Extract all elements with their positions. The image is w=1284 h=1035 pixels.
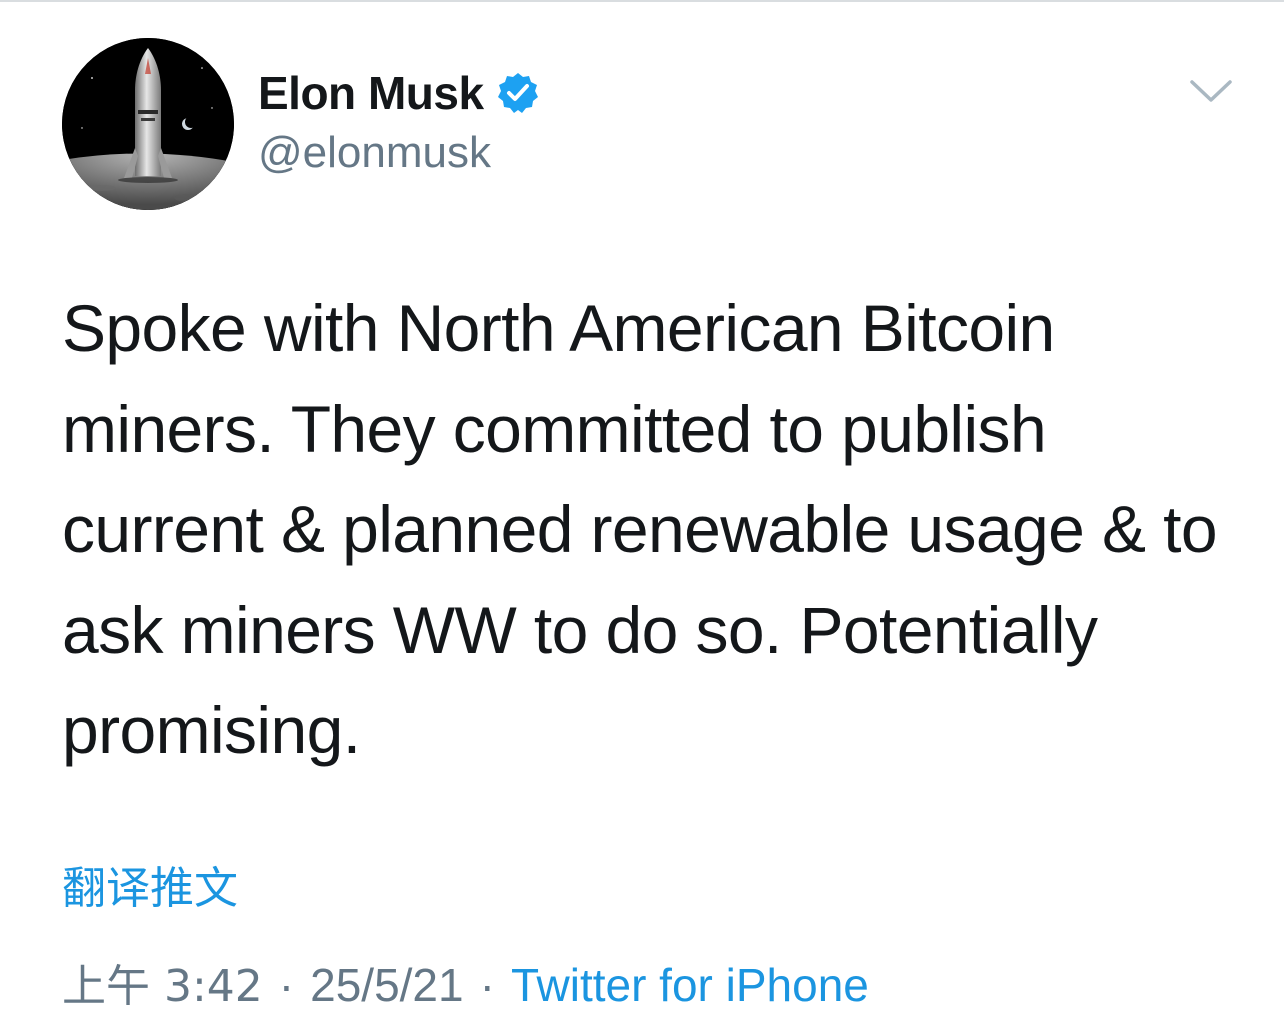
author-handle[interactable]: @elonmusk [258, 128, 491, 178]
meta-separator: · [278, 959, 295, 1011]
tweet-card: Elon Musk @elonmusk Spoke with North Ame… [0, 0, 1284, 1035]
avatar-image [62, 38, 234, 210]
author-display-name[interactable]: Elon Musk [258, 66, 484, 120]
author-name-row[interactable]: Elon Musk [258, 66, 540, 120]
tweet-time[interactable]: 上午 3:42 [62, 950, 263, 1014]
meta-separator: · [479, 959, 495, 1011]
tweet-source-link[interactable]: Twitter for iPhone [511, 958, 869, 1012]
tweet-text: Spoke with North American Bitcoin miners… [62, 291, 1218, 767]
tweet-date[interactable]: 25/5/21 [310, 958, 463, 1012]
avatar[interactable] [62, 38, 234, 210]
tweet-metadata: 上午 3:42 · 25/5/21 · Twitter for iPhone [62, 950, 869, 1014]
chevron-down-icon[interactable] [1186, 74, 1236, 108]
translate-tweet-link[interactable]: 翻译推文 [62, 852, 238, 916]
verified-badge-icon [497, 73, 538, 113]
